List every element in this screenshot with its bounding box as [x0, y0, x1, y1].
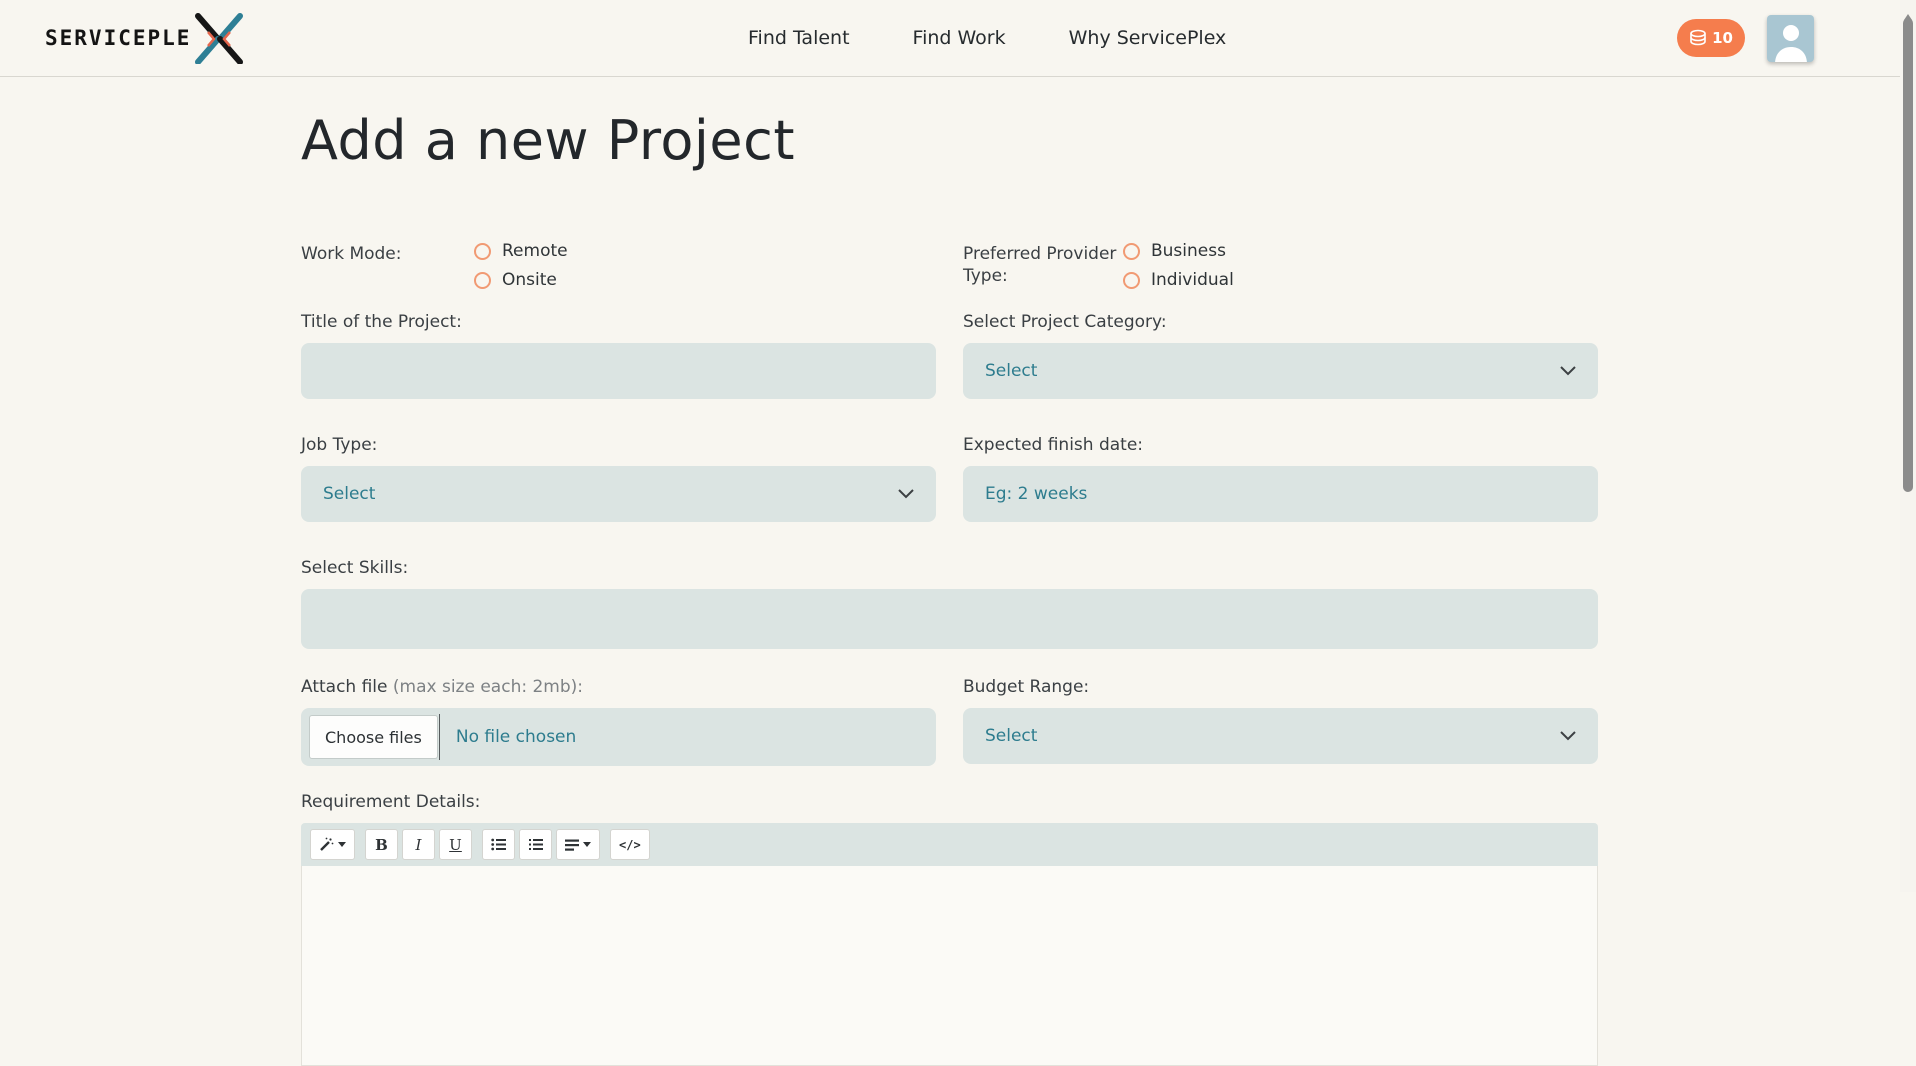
- header: SERVICEPLE Find Talent Find Work Why Ser…: [0, 0, 1916, 77]
- credits-count: 10: [1712, 29, 1733, 47]
- main-nav: Find Talent Find Work Why ServicePlex: [748, 0, 1226, 76]
- category-label: Select Project Category:: [963, 312, 1167, 332]
- job-type-select-value: Select: [323, 484, 376, 504]
- paragraph-align-icon: [565, 839, 579, 851]
- budget-select[interactable]: Select: [963, 708, 1598, 764]
- radio-icon[interactable]: [1123, 242, 1140, 260]
- x-mark-logo-icon: [193, 12, 245, 64]
- unordered-list-icon: [491, 838, 506, 851]
- scrollbar[interactable]: [1900, 0, 1916, 892]
- radio-icon[interactable]: [474, 242, 491, 260]
- magic-wand-button[interactable]: [310, 829, 355, 860]
- radio-icon[interactable]: [474, 271, 491, 289]
- bold-button[interactable]: B: [365, 829, 398, 860]
- paragraph-align-button[interactable]: [556, 829, 600, 860]
- logo[interactable]: SERVICEPLE: [45, 12, 245, 64]
- scrollbar-thumb[interactable]: [1903, 18, 1913, 492]
- file-chosen-status: No file chosen: [455, 727, 577, 747]
- code-view-button[interactable]: </>: [610, 829, 650, 860]
- magic-wand-icon: [319, 837, 334, 852]
- attach-file-label-main: Attach file: [301, 677, 388, 697]
- provider-type-individual-option[interactable]: Individual: [1123, 270, 1234, 290]
- finish-date-input[interactable]: [963, 466, 1598, 522]
- unordered-list-button[interactable]: [482, 829, 515, 860]
- skills-label: Select Skills:: [301, 558, 409, 578]
- user-icon: [1771, 20, 1811, 62]
- nav-why-serviceplex[interactable]: Why ServicePlex: [1069, 27, 1227, 49]
- category-select[interactable]: Select: [963, 343, 1598, 399]
- radio-icon[interactable]: [1123, 271, 1140, 289]
- underline-button[interactable]: U: [439, 829, 472, 860]
- category-select-value: Select: [985, 361, 1038, 381]
- page-title: Add a new Project: [301, 109, 795, 172]
- file-input[interactable]: Choose files No file chosen: [301, 708, 936, 766]
- italic-button[interactable]: I: [402, 829, 435, 860]
- nav-find-work[interactable]: Find Work: [913, 27, 1006, 49]
- chevron-down-icon: [1560, 731, 1576, 741]
- finish-date-label: Expected finish date:: [963, 435, 1144, 455]
- provider-type-group: Preferred Provider Type: Business Indivi…: [963, 241, 1598, 290]
- work-mode-remote-option[interactable]: Remote: [474, 241, 568, 261]
- job-type-select[interactable]: Select: [301, 466, 936, 522]
- radio-option-label: Individual: [1151, 270, 1234, 290]
- add-project-form: Add a new Project Work Mode: Remote Onsi…: [301, 105, 1598, 1066]
- work-mode-label: Work Mode:: [301, 244, 402, 264]
- coins-icon: [1689, 29, 1708, 47]
- requirement-details-label: Requirement Details:: [301, 792, 481, 812]
- project-title-input[interactable]: [301, 343, 936, 399]
- chevron-down-icon: [1560, 366, 1576, 376]
- budget-select-value: Select: [985, 726, 1038, 746]
- skills-input[interactable]: [301, 589, 1598, 649]
- work-mode-group: Work Mode: Remote Onsite: [301, 241, 936, 290]
- ordered-list-icon-button[interactable]: [519, 829, 552, 860]
- radio-option-label: Onsite: [502, 270, 557, 290]
- file-input-divider: [438, 714, 440, 760]
- caret-down-icon: [583, 842, 591, 847]
- caret-down-icon: [338, 842, 346, 847]
- provider-type-label: Preferred Provider Type:: [963, 244, 1117, 286]
- project-title-label: Title of the Project:: [301, 312, 462, 332]
- credits-badge[interactable]: 10: [1677, 19, 1745, 57]
- avatar[interactable]: [1767, 14, 1814, 62]
- chevron-down-icon: [898, 489, 914, 499]
- attach-file-label-note: (max size each: 2mb):: [392, 677, 584, 697]
- radio-option-label: Business: [1151, 241, 1226, 261]
- attach-file-label: Attach file (max size each: 2mb):: [301, 677, 936, 697]
- ordered-list-icon: [528, 838, 543, 851]
- provider-type-business-option[interactable]: Business: [1123, 241, 1234, 261]
- editor-toolbar: B I U </>: [301, 823, 1598, 866]
- header-right: 10: [1677, 0, 1814, 76]
- choose-files-button[interactable]: Choose files: [309, 715, 438, 759]
- budget-label: Budget Range:: [963, 677, 1090, 697]
- logo-text: SERVICEPLE: [45, 26, 192, 50]
- job-type-label: Job Type:: [301, 435, 378, 455]
- radio-option-label: Remote: [502, 241, 568, 261]
- requirement-details-editor[interactable]: [301, 866, 1598, 1066]
- work-mode-onsite-option[interactable]: Onsite: [474, 270, 568, 290]
- nav-find-talent[interactable]: Find Talent: [748, 27, 850, 49]
